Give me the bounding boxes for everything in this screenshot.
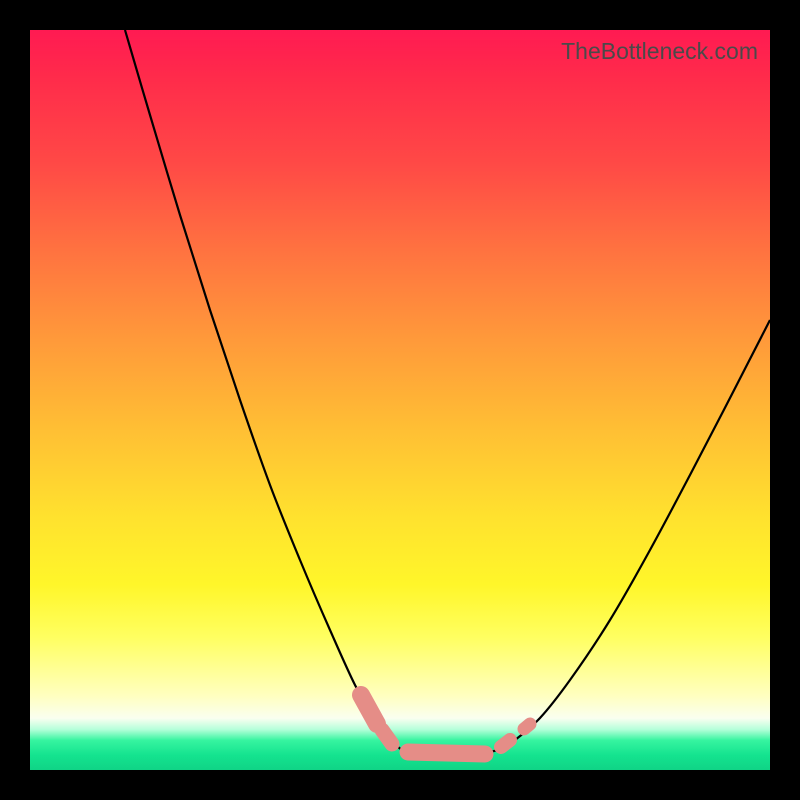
bottleneck-curve [30,30,770,770]
chart-frame: TheBottleneck.com [0,0,800,800]
highlight-segment [501,740,510,747]
highlight-segment [361,695,377,724]
highlight-segment [382,730,392,744]
v-curve-line [125,30,770,756]
curve-path-group [125,30,770,756]
highlight-segment [524,724,530,729]
highlight-segment [408,752,485,754]
gradient-plot-area: TheBottleneck.com [30,30,770,770]
highlight-markers [361,695,530,754]
